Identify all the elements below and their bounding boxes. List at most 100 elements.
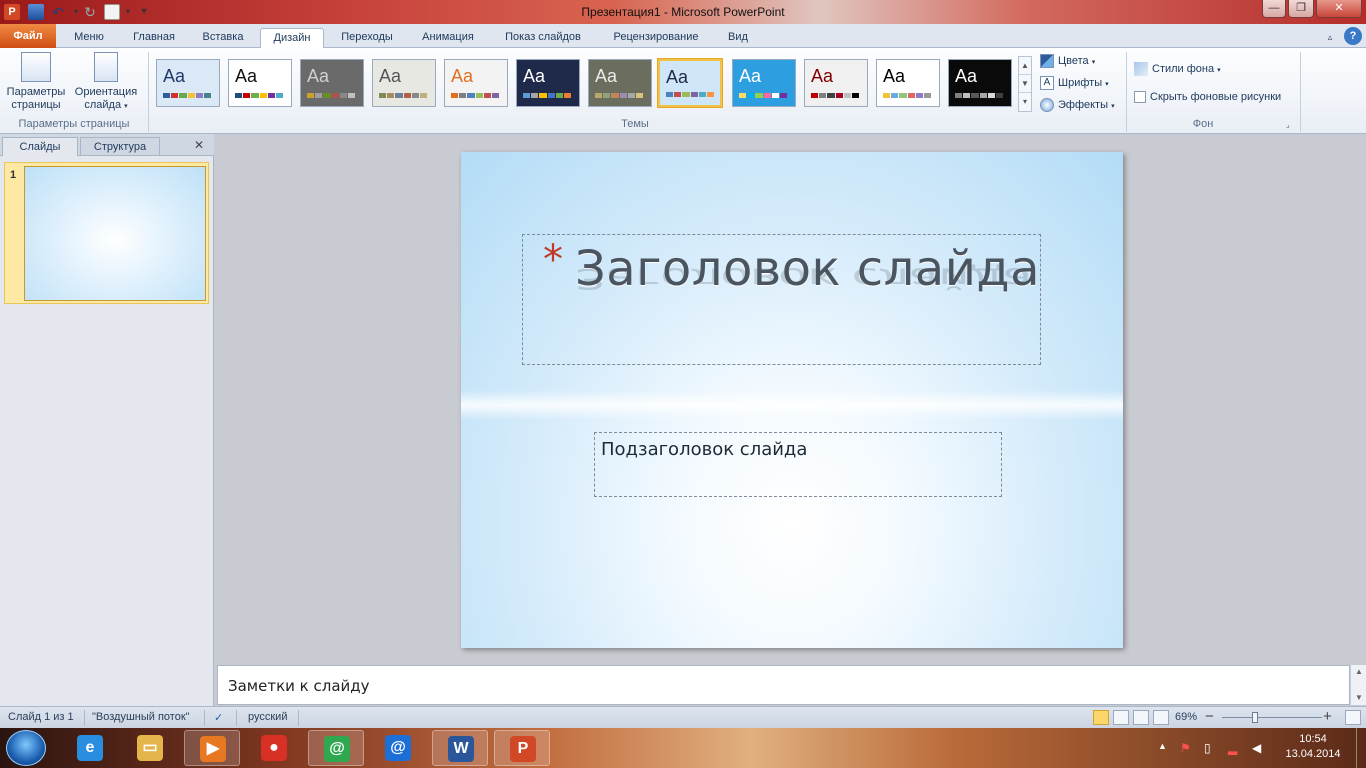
scroll-up-icon[interactable]: ▲ [1019,57,1031,75]
theme-thumbnail[interactable]: Aa [228,59,292,107]
theme-sample-text: Aa [595,66,618,86]
taskbar-app-chrome[interactable]: ● [246,730,302,766]
signal-icon[interactable]: ▂ [1228,741,1237,755]
effects-button[interactable]: Эффекты ▾ [1040,96,1115,114]
color-swatch [179,93,187,98]
themes-scroll[interactable]: ▲ ▼ ▾ [1018,56,1032,112]
close-button[interactable]: ✕ [1316,0,1362,18]
ribbon-collapse-icon[interactable]: ▵ [1322,28,1338,48]
tab-view[interactable]: Вид [718,28,758,48]
taskbar-app-powerpoint[interactable]: P [494,730,550,766]
slide-orientation-button[interactable]: Ориентация слайда ▾ [70,52,142,113]
color-swatch [163,93,171,98]
zoom-level[interactable]: 69% [1175,711,1197,723]
gallery-more-icon[interactable]: ▾ [1019,93,1031,111]
theme-thumbnail[interactable]: Aa [516,59,580,107]
tab-file[interactable]: Файл [0,24,56,48]
theme-thumbnail[interactable]: Aa [948,59,1012,107]
scroll-down-icon[interactable]: ▼ [1019,75,1031,93]
dialog-launcher-icon[interactable]: ⌟ [1286,120,1290,129]
maximize-button[interactable]: ❐ [1288,0,1314,18]
effects-icon [1040,98,1054,113]
theme-thumbnail[interactable]: Aa [658,59,722,107]
zoom-in-icon[interactable]: + [1323,708,1332,725]
taskbar-app-mail-agent[interactable]: @ [308,730,364,766]
theme-thumbnail[interactable]: Aa [300,59,364,107]
theme-thumbnail[interactable]: Aa [588,59,652,107]
tab-transitions[interactable]: Переходы [332,28,402,48]
system-clock[interactable]: 10:54 13.04.2014 [1278,732,1348,762]
theme-thumbnail[interactable]: Aa [156,59,220,107]
page-params-button[interactable]: Параметры страницы [4,52,68,112]
scroll-up-icon[interactable]: ▲ [1355,667,1363,676]
tab-slides[interactable]: Слайды [2,137,78,156]
slide-subtitle[interactable]: Подзаголовок слайда [601,439,807,460]
notes-scrollbar[interactable]: ▲ ▼ [1350,665,1366,705]
zoom-slider-track[interactable] [1222,717,1322,718]
theme-thumbnail[interactable]: Aa [444,59,508,107]
tray-expand-icon[interactable]: ▲ [1158,741,1167,751]
minimize-button[interactable]: — [1262,0,1286,18]
theme-sample-text: Aa [163,66,186,86]
tab-slideshow[interactable]: Показ слайдов [494,28,592,48]
theme-thumbnail[interactable]: Aa [876,59,940,107]
slideshow-view-icon[interactable] [1153,710,1169,725]
volume-icon[interactable]: ◀ [1252,741,1261,755]
normal-view-icon[interactable] [1093,710,1109,725]
zoom-slider-thumb[interactable] [1252,712,1258,723]
color-swatch [827,93,835,98]
fonts-button[interactable]: A Шрифты ▾ [1040,74,1109,92]
language[interactable]: русский [248,711,287,723]
network-warning-icon[interactable]: ⚑ [1180,741,1191,755]
close-pane-icon[interactable]: ✕ [194,138,204,152]
background-styles-button[interactable]: Стили фона ▾ [1134,60,1221,78]
spellcheck-icon[interactable]: ✓ [214,711,223,724]
colors-button[interactable]: Цвета ▾ [1040,52,1095,70]
mail-ru-icon: @ [385,735,411,761]
show-desktop-button[interactable] [1356,728,1366,768]
theme-color-swatches [451,93,500,98]
tab-home[interactable]: Главная [124,28,184,48]
chevron-down-icon: ▾ [124,103,128,110]
tab-insert[interactable]: Вставка [194,28,252,48]
subtitle-placeholder[interactable]: Подзаголовок слайда [594,432,1002,497]
windows-taskbar: e ▭ ▶ ● @ @ W P ▲ ⚑ ▯ ▂ ◀ 10:54 13.04.2014 [0,728,1366,768]
tab-outline[interactable]: Структура [80,137,160,156]
color-swatch [395,93,403,98]
theme-name: "Воздушный поток" [92,711,190,723]
hide-background-graphics-checkbox[interactable]: Скрыть фоновые рисунки [1134,88,1281,106]
scroll-down-icon[interactable]: ▼ [1355,693,1363,702]
slide-sorter-icon[interactable] [1113,710,1129,725]
zoom-out-icon[interactable]: − [1205,708,1214,725]
taskbar-app-mail-ru[interactable]: @ [370,730,426,766]
theme-thumbnail[interactable]: Aa [732,59,796,107]
tab-review[interactable]: Рецензирование [602,28,710,48]
slide-canvas[interactable]: * Заголовок слайда Заголовок слайда Подз… [461,152,1123,648]
fit-to-window-icon[interactable] [1345,710,1361,725]
checkbox-icon[interactable] [1134,91,1146,104]
tab-design[interactable]: Дизайн [260,28,324,48]
start-button[interactable] [6,730,46,766]
slide-thumbnail[interactable] [24,166,206,301]
colors-icon [1040,54,1054,69]
explorer-icon: ▭ [137,735,163,761]
title-bar: P ↶ ▾ ↻ ▾ ▾ Презентация1 - Microsoft Pow… [0,0,1366,24]
battery-icon[interactable]: ▯ [1204,741,1211,755]
notes-placeholder[interactable]: Заметки к слайду [228,677,370,695]
slide-thumbnail-item[interactable]: 1 [4,162,209,304]
taskbar-app-explorer[interactable]: ▭ [122,730,178,766]
tab-menu[interactable]: Меню [64,28,114,48]
taskbar-app-word[interactable]: W [432,730,488,766]
notes-pane[interactable]: Заметки к слайду [217,665,1350,705]
slide-count: Слайд 1 из 1 [8,711,74,723]
theme-thumbnail[interactable]: Aa [372,59,436,107]
title-placeholder[interactable]: * Заголовок слайда Заголовок слайда [522,234,1041,365]
orientation-icon [94,52,118,82]
tab-animation[interactable]: Анимация [412,28,484,48]
taskbar-app-ie[interactable]: e [62,730,118,766]
reading-view-icon[interactable] [1133,710,1149,725]
taskbar-app-media[interactable]: ▶ [184,730,240,766]
help-icon[interactable]: ? [1344,27,1362,45]
color-swatch [339,93,347,98]
theme-thumbnail[interactable]: Aa [804,59,868,107]
